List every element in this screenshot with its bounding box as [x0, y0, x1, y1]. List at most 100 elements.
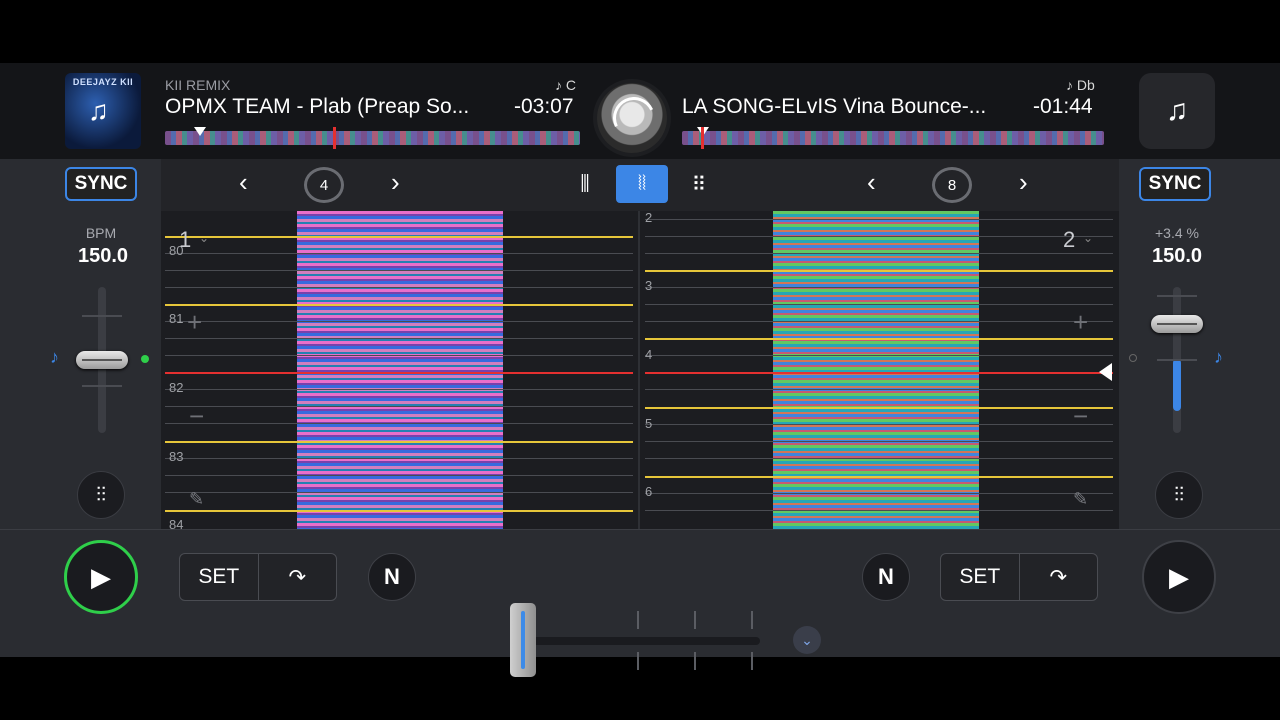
deck2-play-button[interactable]: ▶	[1142, 540, 1216, 614]
grid-line	[165, 458, 633, 459]
deck1-waveform[interactable]: 80 81 82 83 84 1 ⌄ + − ✎	[161, 211, 639, 529]
chevron-down-icon: ⌄	[199, 231, 210, 245]
grid-line	[645, 458, 1113, 459]
deck1-bpm-label: BPM	[85, 225, 117, 241]
jog-arc	[607, 91, 661, 145]
deck1-loop-button[interactable]: 4	[304, 167, 344, 203]
grid-line	[645, 253, 1113, 254]
deck1-overview-playhead	[333, 127, 336, 149]
deck2-loop-next-button[interactable]: ›	[1019, 167, 1028, 198]
waveform-area[interactable]: 80 81 82 83 84 1 ⌄ + − ✎ 2 3 4 5 6 2 ⌄ +…	[161, 211, 1119, 529]
deck2-sync-button[interactable]: SYNC	[1139, 167, 1211, 201]
deck2-waveform-body	[773, 211, 979, 529]
pencil-icon[interactable]: ✎	[189, 489, 204, 510]
grid-line	[165, 406, 633, 407]
grid-line	[645, 389, 1113, 390]
deck1-pitch-indicator	[141, 355, 149, 363]
crossfader-tick	[694, 611, 696, 629]
beat-line	[165, 441, 633, 443]
beat-number: 84	[169, 517, 184, 529]
pads-view-button[interactable]: ⠿	[673, 165, 725, 203]
deck2-overview-playhead	[701, 127, 704, 149]
crossfader-tick	[751, 652, 753, 670]
deck2-eq-button[interactable]: ⫶⫶	[1155, 471, 1203, 519]
deck2-zoom-in-button[interactable]: +	[1073, 307, 1088, 338]
deck1-loop-prev-button[interactable]: ‹	[239, 167, 248, 198]
deck2-loop-button[interactable]: 8	[932, 167, 972, 203]
grid-line	[165, 338, 633, 339]
deck1-set-cue-button[interactable]: SET	[180, 554, 258, 600]
deck1-cue-group: SET ↷	[179, 553, 337, 601]
deck1-zoom-in-button[interactable]: +	[187, 307, 202, 338]
crossfader-tick	[637, 611, 639, 629]
deck1-playhead	[165, 372, 633, 374]
grid-line	[165, 355, 633, 356]
pitch-tick	[82, 385, 122, 387]
deck1-key: ♪ C	[555, 77, 576, 93]
mixer-view-button[interactable]: ⫼	[559, 165, 611, 203]
beat-number: 4	[645, 347, 653, 362]
grid-line	[645, 493, 1113, 494]
top-bar: DEEJAYZ KII ♫ KII REMIX OPMX TEAM - Plab…	[0, 63, 1280, 159]
deck1-eq-button[interactable]: ⫶⫶	[77, 471, 125, 519]
deck2-loop-beats: 8	[947, 176, 957, 194]
grid-line	[165, 270, 633, 271]
waveform-view-button[interactable]: ⦚⦚	[616, 165, 668, 203]
deck1-number[interactable]: 1	[179, 227, 191, 253]
deck1-subtitle: KII REMIX	[165, 77, 231, 93]
beat-line	[645, 476, 1113, 478]
deck1-zoom-out-button[interactable]: −	[189, 401, 204, 432]
beat-line	[165, 510, 633, 512]
grid-line	[165, 492, 633, 493]
jog-wheel[interactable]	[597, 83, 667, 153]
sliders-icon: ⫶⫶	[1174, 483, 1184, 506]
grid-line	[165, 389, 633, 390]
waveform-icon: ⦚⦚	[637, 172, 647, 195]
deck2-loop-prev-button[interactable]: ‹	[867, 167, 876, 198]
deck1-position-marker	[194, 127, 206, 136]
deck2-pitch-indicator	[1129, 354, 1137, 362]
beat-number: 2	[645, 211, 653, 225]
play-icon: ▶	[1169, 561, 1189, 592]
deck2-pitch-handle[interactable]	[1151, 314, 1203, 333]
deck1-time: -03:07	[514, 95, 574, 118]
pitch-tick	[82, 315, 122, 317]
deck2-neural-mix-button[interactable]: N	[862, 553, 910, 601]
beat-number: 83	[169, 449, 184, 464]
deck1-loop-next-button[interactable]: ›	[391, 167, 400, 198]
crossfader-options-button[interactable]: ⌄	[793, 626, 821, 654]
grid-line	[645, 236, 1113, 237]
deck2-set-cue-button[interactable]: SET	[941, 554, 1019, 600]
deck2-cue-group: SET ↷	[940, 553, 1098, 601]
library-button[interactable]: ♫	[1139, 73, 1215, 149]
crossfader-tick	[694, 652, 696, 670]
deck2-pitch-percent: +3.4 %	[1155, 225, 1199, 241]
beat-number: 81	[169, 311, 184, 326]
beat-number: 82	[169, 380, 184, 395]
deck2-waveform[interactable]: 2 3 4 5 6 2 ⌄ + − ✎	[641, 211, 1119, 529]
deck1-cover-art[interactable]: DEEJAYZ KII ♫	[65, 73, 141, 149]
deck2-cue-jump-button[interactable]: ↷	[1018, 554, 1098, 600]
deck2-overview-waveform[interactable]	[682, 131, 1104, 145]
deck2-number[interactable]: 2	[1063, 227, 1075, 253]
deck2-key: ♪ Db	[1066, 77, 1095, 93]
deck1-play-button[interactable]: ▶	[64, 540, 138, 614]
deck2-zoom-out-button[interactable]: −	[1073, 401, 1088, 432]
music-note-icon: ♫	[1165, 94, 1189, 127]
crossfader-handle[interactable]	[510, 603, 536, 677]
deck1-sync-button[interactable]: SYNC	[65, 167, 137, 201]
deck1-pitch-handle[interactable]	[76, 351, 128, 369]
music-note-icon: ♪	[1214, 347, 1223, 367]
deck1-neural-mix-button[interactable]: N	[368, 553, 416, 601]
dj-app: DEEJAYZ KII ♫ KII REMIX OPMX TEAM - Plab…	[0, 63, 1280, 677]
crossfader-track[interactable]	[532, 637, 760, 645]
deck1-overview-waveform[interactable]	[165, 131, 580, 145]
grid-line	[645, 304, 1113, 305]
grid-line	[645, 219, 1113, 220]
pencil-icon[interactable]: ✎	[1073, 489, 1088, 510]
deck1-cue-jump-button[interactable]: ↷	[257, 554, 337, 600]
crossfader-tick	[751, 611, 753, 629]
beat-line	[645, 407, 1113, 409]
cover-text: DEEJAYZ KII	[72, 77, 134, 87]
beat-line	[165, 304, 633, 306]
